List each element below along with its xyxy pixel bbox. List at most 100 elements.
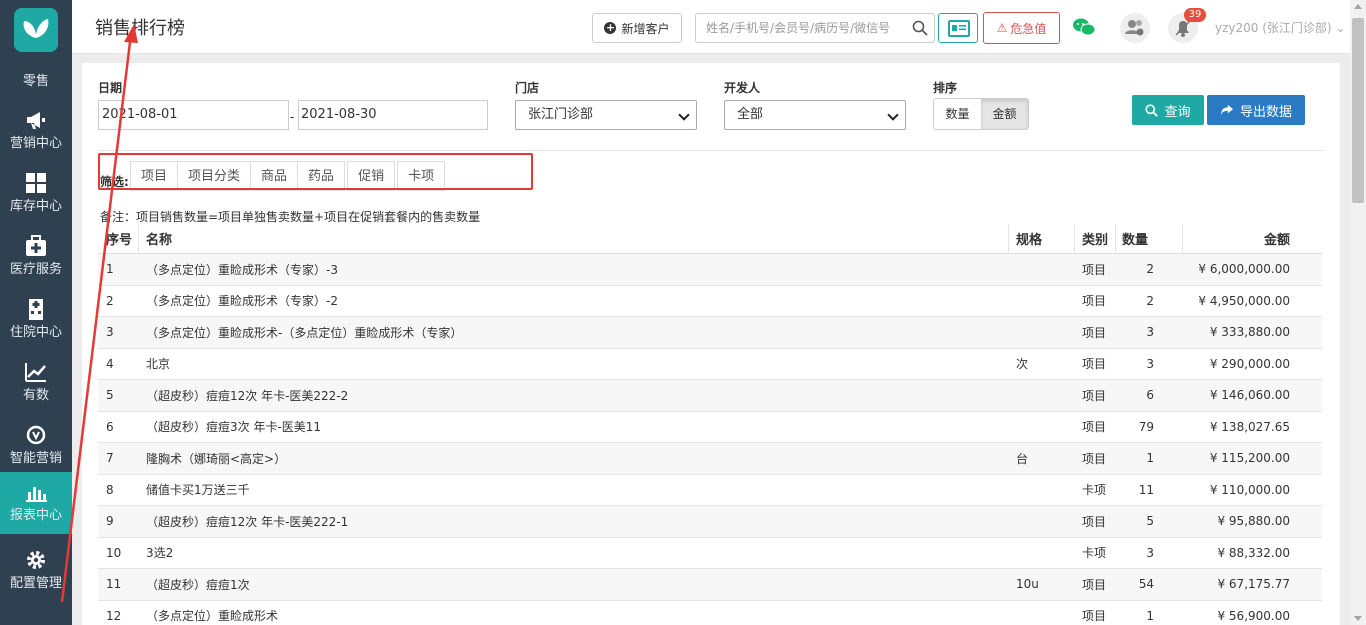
cell-qty: 1 bbox=[1146, 608, 1154, 623]
date-end-field[interactable]: 2021-08-30 bbox=[298, 100, 488, 130]
query-button-label: 查询 bbox=[1164, 104, 1191, 120]
cell-qty: 5 bbox=[1146, 514, 1154, 529]
danger-value-button[interactable]: ⚠ 危急值 bbox=[983, 12, 1060, 44]
cell-amount: ¥ 95,880.00 bbox=[1217, 514, 1290, 529]
table-row[interactable]: 11 （超皮秒）痘痘1次 10u 项目 54 ¥ 67,175.77 bbox=[98, 569, 1322, 601]
table-row[interactable]: 9 （超皮秒）痘痘12次 年卡-医美222-1 项目 5 ¥ 95,880.00 bbox=[98, 506, 1322, 538]
table-row[interactable]: 8 储值卡买1万送三千 卡项 11 ¥ 110,000.00 bbox=[98, 475, 1322, 506]
cell-no: 5 bbox=[106, 388, 114, 403]
user-menu[interactable]: yzy200 (张江门诊部) ⌄ bbox=[1215, 19, 1345, 36]
chevron-down-icon bbox=[887, 109, 899, 121]
cell-name: （超皮秒）痘痘12次 年卡-医美222-1 bbox=[146, 514, 349, 529]
scrollbar-thumb[interactable] bbox=[1352, 18, 1364, 203]
id-card-button[interactable] bbox=[938, 13, 978, 43]
table-row[interactable]: 3 （多点定位）重睑成形术-（多点定位）重睑成形术（专家） 项目 3 ¥ 333,880… bbox=[98, 317, 1322, 349]
logo[interactable] bbox=[14, 8, 58, 52]
sidebar-item-label: 配置管理 bbox=[9, 576, 62, 591]
table-row[interactable]: 12 （多点定位）重睑成形术 项目 1 ¥ 56,900.00 bbox=[98, 601, 1322, 625]
main-panel: 日期 2021-08-01 - 2021-08-30 门店 张江门诊部 开发人 … bbox=[82, 63, 1340, 625]
column-header-qty[interactable]: 数量 bbox=[1122, 224, 1154, 253]
table-row[interactable]: 7 隆胸术（娜琦丽<高定>） 台 项目 1 ¥ 115,200.00 bbox=[98, 443, 1322, 475]
cell-spec bbox=[1016, 601, 1076, 625]
table-row[interactable]: 1 （多点定位）重睑成形术（专家）-3 项目 2 ¥ 6,000,000.00 bbox=[98, 254, 1322, 286]
plus-icon: + bbox=[604, 21, 617, 34]
cell-amount: ¥ 146,060.00 bbox=[1209, 388, 1290, 403]
cell-category: 卡项 bbox=[1082, 546, 1107, 561]
sort-toggle: 数量 金额 bbox=[933, 98, 1029, 130]
ranking-table: 序号 名称 规格 类别 数量 金额 1 （多点定位）重睑成形术（专家）-3 项目 2 ¥… bbox=[98, 224, 1322, 625]
sidebar-item-inpatient[interactable]: 住院中心 bbox=[0, 289, 72, 351]
scroll-down-icon[interactable] bbox=[1354, 616, 1362, 621]
table-row[interactable]: 4 北京 次 项目 3 ¥ 290,000.00 bbox=[98, 349, 1322, 380]
cell-no: 8 bbox=[106, 482, 114, 497]
column-header-amount[interactable]: 金额 bbox=[1188, 224, 1290, 253]
store-select[interactable]: 张江门诊部 bbox=[515, 100, 697, 130]
top-header: 销售排行榜 + 新增客户 ⚠ 危急值 39 yzy200 (张江门诊部) ⌄ bbox=[72, 0, 1350, 54]
wechat-icon[interactable] bbox=[1072, 17, 1096, 37]
sidebar-item-marketing[interactable]: 营销中心 bbox=[0, 100, 72, 162]
cell-name: 储值卡买1万送三千 bbox=[146, 483, 250, 498]
cell-qty: 79 bbox=[1138, 419, 1154, 434]
id-card-icon bbox=[948, 20, 970, 37]
gear-icon bbox=[24, 549, 48, 571]
highlight-annotation-box bbox=[98, 153, 533, 190]
sidebar-item-label: 营销中心 bbox=[9, 136, 62, 151]
cell-spec bbox=[1016, 538, 1076, 569]
date-separator: - bbox=[290, 110, 295, 124]
sidebar-item-smart-marketing[interactable]: 智能营销 bbox=[0, 415, 72, 477]
divider bbox=[98, 150, 1324, 151]
cell-category: 项目 bbox=[1082, 325, 1107, 340]
cell-spec: 10u bbox=[1016, 577, 1039, 592]
cell-spec bbox=[1016, 506, 1076, 537]
cell-name: （多点定位）重睑成形术 bbox=[146, 609, 279, 624]
date-start-field[interactable]: 2021-08-01 bbox=[98, 100, 289, 130]
table-row[interactable]: 6 （超皮秒）痘痘3次 年卡-医美11 项目 79 ¥ 138,027.65 bbox=[98, 412, 1322, 443]
cell-spec bbox=[1016, 475, 1076, 506]
sidebar-item-config[interactable]: 配置管理 bbox=[0, 540, 72, 602]
scroll-up-icon[interactable] bbox=[1354, 4, 1362, 9]
sort-option-amount[interactable]: 金额 bbox=[981, 99, 1028, 129]
cell-category: 项目 bbox=[1082, 577, 1107, 592]
store-select-value: 张江门诊部 bbox=[528, 107, 594, 122]
cell-qty: 54 bbox=[1138, 577, 1154, 592]
table-row[interactable]: 2 （多点定位）重睑成形术（专家）-2 项目 2 ¥ 4,950,000.00 bbox=[98, 286, 1322, 317]
column-divider bbox=[1182, 224, 1183, 254]
sort-label: 排序 bbox=[933, 81, 958, 95]
column-header-name[interactable]: 名称 bbox=[146, 224, 1006, 253]
cell-spec bbox=[1016, 412, 1076, 443]
chevron-down-icon: ⌄ bbox=[1335, 21, 1346, 35]
cell-qty: 3 bbox=[1146, 356, 1154, 371]
brain-icon bbox=[24, 424, 48, 446]
cell-spec bbox=[1016, 317, 1076, 348]
cell-spec bbox=[1016, 286, 1076, 317]
sidebar-item-retail[interactable]: 零售 bbox=[0, 70, 72, 89]
hospital-icon bbox=[24, 298, 48, 320]
developer-select-value: 全部 bbox=[737, 107, 764, 122]
column-divider bbox=[1115, 224, 1116, 254]
table-row[interactable]: 10 3选2 卡项 3 ¥ 88,332.00 bbox=[98, 538, 1322, 569]
column-header-spec[interactable]: 规格 bbox=[1016, 224, 1076, 253]
cell-qty: 1 bbox=[1146, 451, 1154, 466]
bar-chart-icon bbox=[24, 481, 48, 503]
cell-amount: ¥ 138,027.65 bbox=[1209, 419, 1290, 434]
sidebar-item-analytics[interactable]: 有数 bbox=[0, 352, 72, 414]
sidebar-item-reports[interactable]: 报表中心 bbox=[0, 472, 72, 534]
note-text: 备注：项目销售数量=项目单独售卖数量+项目在促销套餐内的售卖数量 bbox=[100, 210, 481, 224]
cell-name: （多点定位）重睑成形术-（多点定位）重睑成形术（专家） bbox=[146, 325, 463, 340]
sidebar-item-medical[interactable]: 医疗服务 bbox=[0, 226, 72, 288]
users-icon[interactable] bbox=[1120, 13, 1150, 43]
column-header-no[interactable]: 序号 bbox=[106, 224, 138, 253]
search-input[interactable] bbox=[696, 14, 906, 42]
vertical-scrollbar[interactable] bbox=[1350, 0, 1366, 625]
table-row[interactable]: 5 （超皮秒）痘痘12次 年卡-医美222-2 项目 6 ¥ 146,060.00 bbox=[98, 380, 1322, 412]
column-header-category[interactable]: 类别 bbox=[1082, 224, 1122, 253]
query-button[interactable]: 查询 bbox=[1132, 95, 1204, 125]
cell-no: 2 bbox=[106, 293, 114, 308]
sidebar-item-label: 库存中心 bbox=[9, 199, 62, 214]
developer-select[interactable]: 全部 bbox=[724, 100, 906, 130]
search-icon[interactable] bbox=[912, 20, 928, 36]
export-button[interactable]: 导出数据 bbox=[1207, 95, 1305, 125]
sidebar-item-inventory[interactable]: 库存中心 bbox=[0, 163, 72, 225]
sort-option-quantity[interactable]: 数量 bbox=[934, 99, 981, 129]
add-customer-button[interactable]: + 新增客户 bbox=[592, 13, 682, 43]
